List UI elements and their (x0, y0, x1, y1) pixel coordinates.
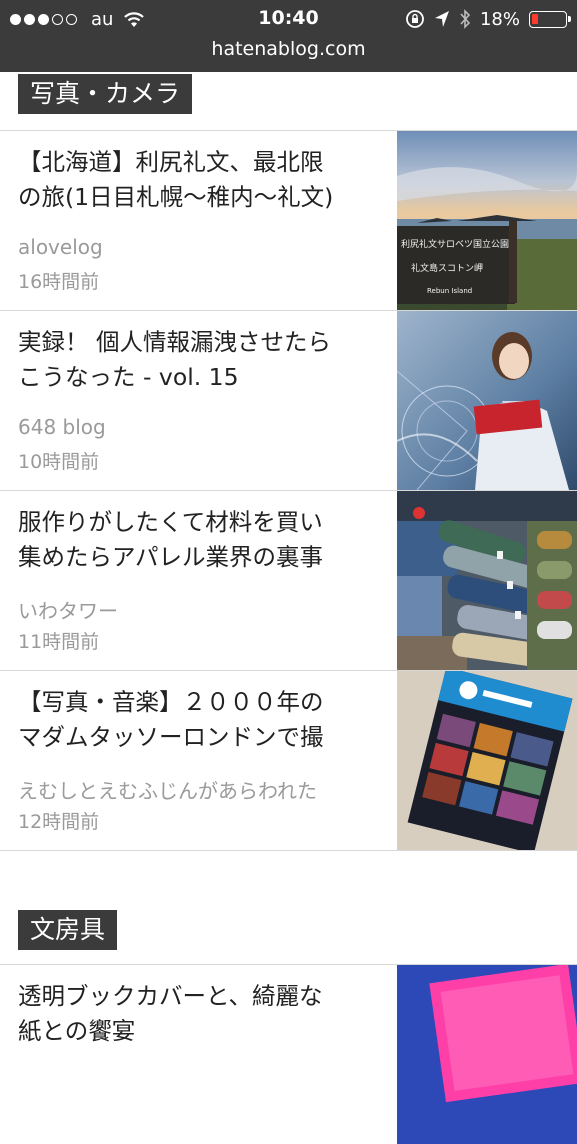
entry-blog-name: えむしとえむふじんがあらわれた (18, 779, 317, 803)
entry-thumbnail-fabric-rolls[interactable] (397, 491, 577, 670)
bluetooth-icon (460, 9, 471, 29)
location-arrow-icon (434, 11, 449, 27)
entry-title[interactable]: 透明ブックカバーと、綺麗な 紙との饗宴 (18, 979, 384, 1049)
address-bar-url[interactable]: hatenablog.com (0, 38, 577, 60)
section-label-stationery[interactable]: 文房具 (18, 910, 118, 950)
battery-percentage: 18% (479, 8, 520, 30)
entry-timestamp: 11時間前 (18, 631, 100, 653)
section-label-photo-camera[interactable]: 写真・カメラ (18, 74, 193, 114)
entry-timestamp: 12時間前 (18, 811, 100, 833)
entry-blog-name: いわタワー (18, 599, 118, 623)
entry-title[interactable]: 実録！ 個人情報漏洩させたら こうなった - vol. 15 (18, 325, 384, 395)
entry-thumbnail-woman-reading[interactable] (397, 311, 577, 490)
list-item[interactable]: 服作りがしたくて材料を買い 集めたらアパレル業界の裏事 いわタワー 11時間前 (0, 490, 577, 670)
entry-title[interactable]: 【写真・音楽】２０００年の マダムタッソーロンドンで撮 (18, 685, 384, 755)
divider (0, 850, 577, 851)
sign-text-line3: Rebun Island (427, 287, 472, 295)
status-bar: au 10:40 18% hatenablog.com (0, 0, 577, 72)
entry-title[interactable]: 【北海道】利尻礼文、最北限 の旅(1日目札幌〜稚内〜礼文) (18, 145, 384, 215)
list-item[interactable]: 【写真・音楽】２０００年の マダムタッソーロンドンで撮 えむしとえむふじんがあら… (0, 670, 577, 850)
battery-level (532, 13, 538, 24)
status-right: 18% (405, 8, 571, 30)
entry-thumbnail-book-cover[interactable] (397, 965, 577, 1144)
entry-blog-name: 648 blog (18, 415, 106, 439)
sign-text-line2: 礼文島スコトン岬 (411, 262, 483, 274)
entry-timestamp: 16時間前 (18, 271, 100, 293)
entry-title[interactable]: 服作りがしたくて材料を買い 集めたらアパレル業界の裏事 (18, 505, 384, 575)
sign-text-line1: 利尻礼文サロベツ国立公園 (401, 238, 509, 250)
entry-timestamp: 10時間前 (18, 451, 100, 473)
list-item[interactable]: 【北海道】利尻礼文、最北限 の旅(1日目札幌〜稚内〜礼文) alovelog 1… (0, 130, 577, 310)
entry-blog-name: alovelog (18, 235, 103, 259)
entry-thumbnail-brochure[interactable] (397, 671, 577, 850)
rotation-lock-icon (406, 10, 424, 28)
list-item[interactable]: 透明ブックカバーと、綺麗な 紙との饗宴 (0, 964, 577, 1144)
list-item[interactable]: 実録！ 個人情報漏洩させたら こうなった - vol. 15 648 blog … (0, 310, 577, 490)
battery-icon (529, 10, 571, 28)
entry-thumbnail-coast-sign[interactable]: 利尻礼文サロベツ国立公園 礼文島スコトン岬 Rebun Island (397, 131, 577, 310)
